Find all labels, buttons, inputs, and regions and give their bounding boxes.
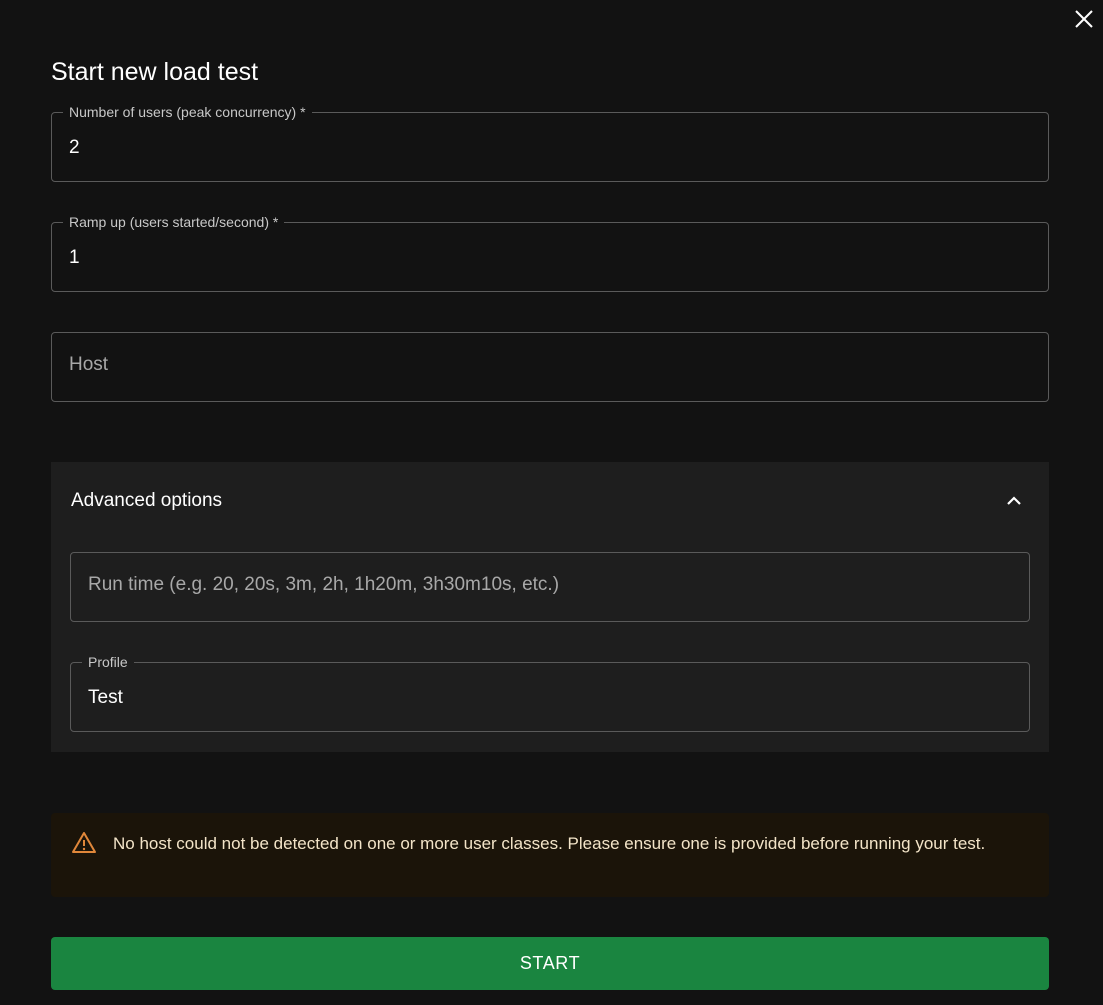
users-label: Number of users (peak concurrency) *: [63, 103, 312, 121]
run-time-field[interactable]: Run time (e.g. 20, 20s, 3m, 2h, 1h20m, 3…: [70, 552, 1030, 622]
users-input[interactable]: 2: [69, 136, 80, 160]
users-field[interactable]: Number of users (peak concurrency) * 2: [51, 103, 1049, 182]
advanced-options-panel: Advanced options Run time (e.g. 20, 20s,…: [51, 462, 1049, 752]
profile-label: Profile: [82, 653, 134, 671]
ramp-up-input[interactable]: 1: [69, 246, 80, 270]
chevron-up-icon: [1007, 496, 1021, 505]
ramp-up-field[interactable]: Ramp up (users started/second) * 1: [51, 213, 1049, 292]
run-time-input[interactable]: Run time (e.g. 20, 20s, 3m, 2h, 1h20m, 3…: [88, 573, 559, 597]
ramp-up-label: Ramp up (users started/second) *: [63, 213, 285, 231]
host-field[interactable]: Host: [51, 332, 1049, 402]
warning-message: No host could not be detected on one or …: [113, 834, 986, 853]
close-button[interactable]: [1071, 6, 1097, 32]
close-icon: [1075, 10, 1093, 28]
advanced-options-toggle[interactable]: Advanced options: [51, 462, 1049, 540]
warning-alert: No host could not be detected on one or …: [51, 813, 1049, 897]
advanced-options-label: Advanced options: [71, 490, 223, 511]
profile-input[interactable]: Test: [88, 686, 123, 710]
warning-triangle-icon: [72, 832, 96, 853]
dialog-title: Start new load test: [51, 58, 259, 86]
host-input[interactable]: Host: [69, 353, 108, 377]
start-button[interactable]: START: [51, 937, 1049, 990]
start-load-test-dialog: Start new load test Number of users (pea…: [0, 0, 1103, 1005]
profile-field[interactable]: Profile Test: [70, 653, 1030, 732]
